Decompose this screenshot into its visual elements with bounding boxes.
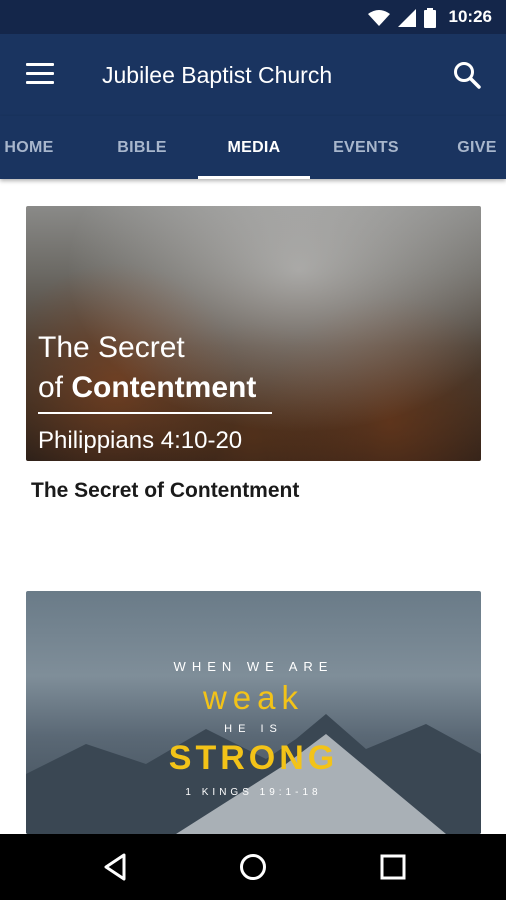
status-icons [368, 8, 436, 28]
image-reference: Philippians 4:10-20 [38, 427, 243, 454]
media-card-image-2[interactable]: WHEN WE ARE weak HE IS STRONG 1 KINGS 19… [26, 591, 481, 834]
status-bar: 10:26 [0, 0, 506, 34]
navigation-bar [0, 834, 506, 900]
tab-bar: HOME BIBLE MEDIA EVENTS GIVE [0, 116, 506, 179]
media-title[interactable]: The Secret of Contentment [31, 479, 299, 503]
quote-line2: HE IS [224, 723, 283, 735]
search-icon[interactable] [452, 60, 482, 90]
wifi-icon [368, 10, 390, 26]
media-card-image[interactable]: The Secret of Contentment Philippians 4:… [26, 206, 481, 461]
tab-media[interactable]: MEDIA [198, 116, 310, 179]
app-bar: Jubilee Baptist Church [0, 34, 506, 116]
tab-give[interactable]: GIVE [448, 116, 506, 179]
image-divider [38, 412, 272, 414]
tab-events[interactable]: EVENTS [310, 116, 422, 179]
recents-icon[interactable] [376, 850, 410, 884]
menu-icon[interactable] [26, 63, 54, 85]
app-title: Jubilee Baptist Church [102, 62, 333, 88]
back-icon[interactable] [98, 850, 132, 884]
status-time: 10:26 [448, 7, 492, 26]
tab-bible[interactable]: BIBLE [86, 116, 198, 179]
quote-weak: weak [202, 679, 305, 716]
image-title: The Secret of Contentment [38, 331, 257, 404]
quote-line1: WHEN WE ARE [173, 659, 334, 674]
home-icon[interactable] [236, 850, 270, 884]
quote-reference: 1 KINGS 19:1-18 [185, 787, 322, 798]
tab-home[interactable]: HOME [0, 116, 58, 179]
signal-icon [398, 9, 416, 27]
quote-strong: STRONG [168, 739, 339, 777]
battery-icon [424, 8, 436, 28]
